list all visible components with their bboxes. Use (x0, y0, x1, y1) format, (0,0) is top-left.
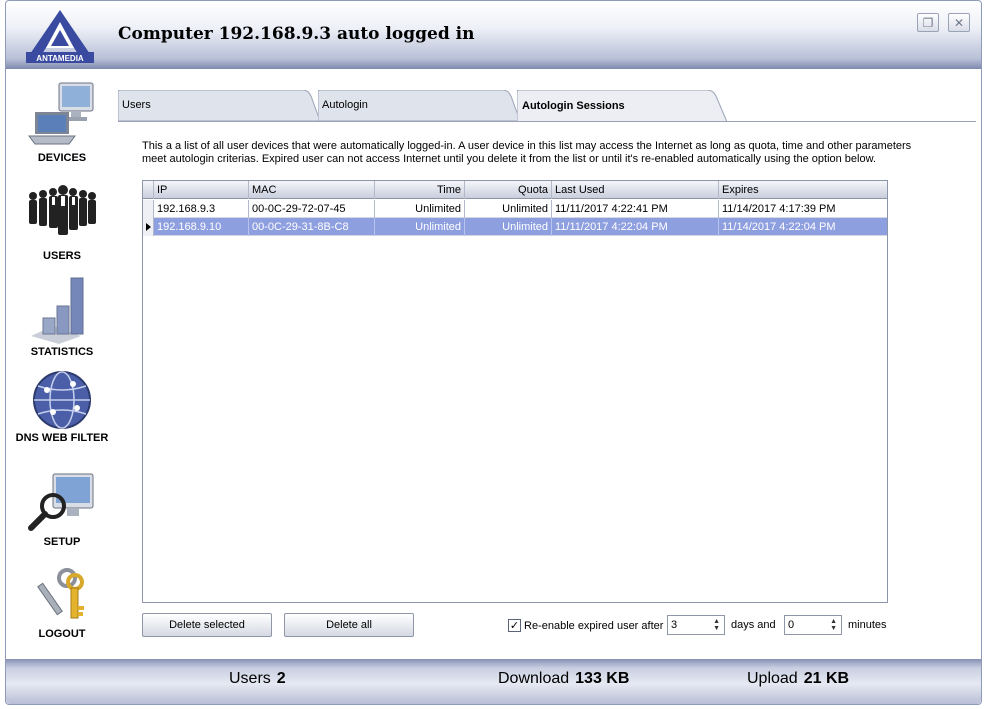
row-indicator (143, 218, 154, 236)
stepper-arrows-icon[interactable]: ▲ ▼ (830, 618, 837, 632)
minutes-stepper[interactable]: 0 ▲ ▼ (784, 615, 842, 635)
cell-last-used: 11/11/2017 4:22:41 PM (552, 200, 719, 218)
minutes-label: minutes (848, 619, 887, 631)
tab-label: Autologin Sessions (522, 100, 625, 112)
header-indicator (143, 181, 154, 199)
upload-label: Upload (747, 670, 798, 687)
days-stepper[interactable]: 3 ▲ ▼ (667, 615, 725, 635)
column-header-last-used[interactable]: Last Used (552, 181, 719, 199)
keys-icon (37, 568, 84, 619)
tab-users[interactable]: Users (118, 90, 320, 122)
tab-label: Autologin (322, 99, 368, 111)
sidebar-item-logout[interactable]: LOGOUT (6, 566, 118, 640)
users-icon (29, 185, 96, 235)
cell-mac: 00-0C-29-31-8B-C8 (249, 218, 375, 236)
column-header-quota[interactable]: Quota (465, 181, 552, 199)
reenable-checkbox[interactable]: ✓ (508, 619, 521, 632)
column-header-expires[interactable]: Expires (719, 181, 887, 199)
cell-ip: 192.168.9.10 (154, 218, 249, 236)
current-row-arrow-icon (146, 223, 151, 231)
download-total: Download 133 KB (498, 670, 629, 688)
cell-quota: Unlimited (465, 218, 552, 236)
stepper-arrows-icon[interactable]: ▲ ▼ (713, 618, 720, 632)
cell-last-used: 11/11/2017 4:22:04 PM (552, 218, 719, 236)
sidebar-item-label: LOGOUT (38, 628, 86, 640)
tab-autologin[interactable]: Autologin (318, 90, 520, 122)
cell-mac: 00-0C-29-72-07-45 (249, 200, 375, 218)
minutes-value: 0 (788, 619, 795, 631)
cell-quota: Unlimited (465, 200, 552, 218)
download-value: 133 KB (575, 670, 630, 687)
globe-icon (33, 371, 91, 429)
close-icon: ✕ (953, 15, 965, 30)
sidebar-item-label: SETUP (43, 536, 81, 548)
tab-bar: Users Autologin Autologin Sessions (118, 90, 738, 122)
users-value: 2 (276, 670, 286, 687)
close-button[interactable]: ✕ (948, 13, 970, 32)
table-row-selected[interactable]: 192.168.9.10 00-0C-29-31-8B-C8 Unlimited… (143, 218, 887, 236)
description-text: This a a list of all user devices that w… (142, 140, 912, 165)
cell-expires: 11/14/2017 4:17:39 PM (722, 203, 836, 215)
sidebar-item-label: USERS (43, 250, 81, 262)
sidebar-item-dns-web-filter[interactable]: DNS WEB FILTER (6, 370, 118, 444)
cell-ip: 192.168.9.3 (154, 200, 249, 218)
restore-button[interactable]: ❐ (917, 13, 939, 32)
tab-divider (118, 121, 976, 122)
sidebar-item-setup[interactable]: SETUP (6, 470, 118, 548)
window-title: Computer 192.168.9.3 auto logged in (118, 24, 475, 44)
reenable-label: Re-enable expired user after (524, 620, 664, 632)
sidebar-item-devices[interactable]: DEVICES (6, 80, 118, 164)
delete-all-button[interactable]: Delete all (284, 613, 414, 637)
logo-text: ANTAMEDIA (36, 54, 84, 63)
antamedia-logo: ANTAMEDIA (24, 8, 96, 64)
logo-icon: ANTAMEDIA (26, 10, 94, 63)
sidebar-item-label: DNS WEB FILTER (15, 432, 109, 444)
restore-icon: ❐ (922, 15, 934, 30)
sidebar-item-label: DEVICES (37, 152, 87, 164)
statistics-icon (31, 277, 84, 344)
tab-label: Users (122, 99, 151, 111)
upload-total: Upload 21 KB (747, 670, 849, 688)
download-label: Download (498, 670, 570, 687)
table-row[interactable]: 192.168.9.3 00-0C-29-72-07-45 Unlimited … (143, 200, 887, 218)
days-label: days and (731, 619, 776, 631)
setup-icon (28, 473, 94, 531)
days-value: 3 (671, 619, 678, 631)
upload-value: 21 KB (803, 670, 850, 687)
column-header-ip[interactable]: IP (154, 181, 249, 199)
sidebar-item-statistics[interactable]: STATISTICS (6, 274, 118, 358)
cell-time: Unlimited (375, 200, 465, 218)
row-indicator (143, 200, 154, 218)
cell-time: Unlimited (375, 218, 465, 236)
table-header: IP MAC Time Quota Last Used Expires (143, 181, 887, 199)
sessions-table[interactable]: IP MAC Time Quota Last Used Expires 192.… (142, 180, 888, 603)
delete-selected-button[interactable]: Delete selected (142, 613, 272, 637)
sidebar-item-label: STATISTICS (30, 346, 94, 358)
column-header-time[interactable]: Time (375, 181, 465, 199)
users-count: Users 2 (229, 670, 286, 688)
cell-expires: 11/14/2017 4:22:04 PM (722, 221, 836, 233)
users-label: Users (229, 670, 271, 687)
tab-autologin-sessions[interactable]: Autologin Sessions (517, 90, 727, 122)
sidebar-item-users[interactable]: USERS (6, 182, 118, 262)
devices-icon (28, 82, 94, 145)
column-header-mac[interactable]: MAC (249, 181, 375, 199)
